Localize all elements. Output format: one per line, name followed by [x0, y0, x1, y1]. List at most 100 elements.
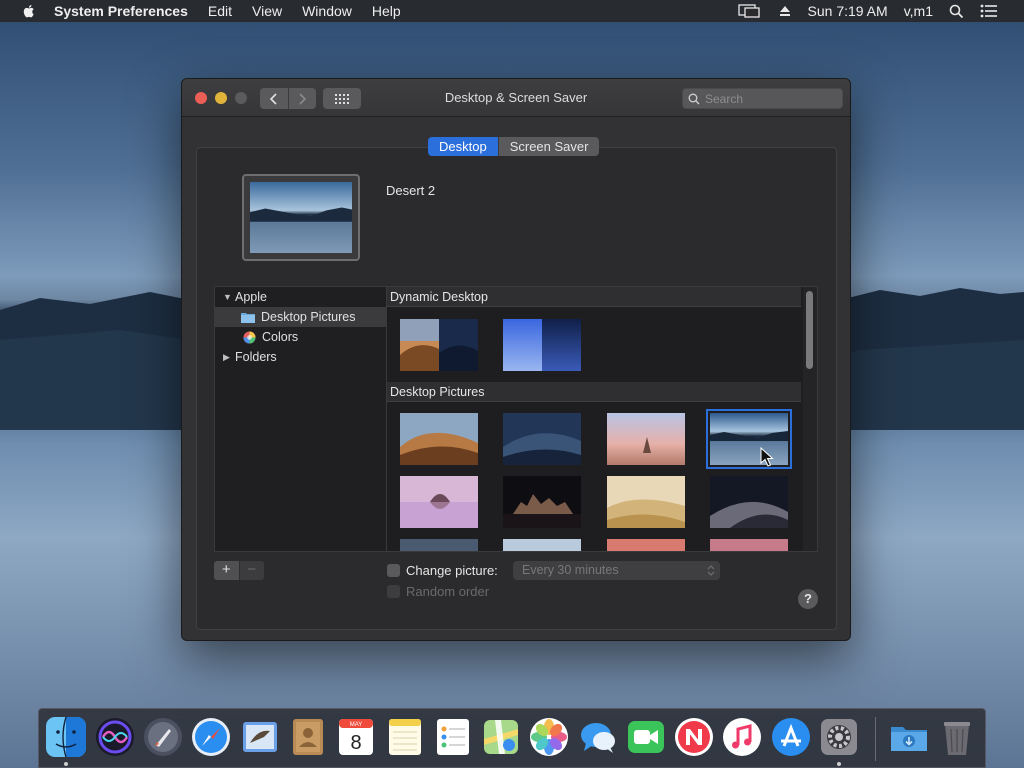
eject-icon[interactable] — [770, 0, 800, 22]
wallpaper-thumb-partial-1[interactable] — [400, 539, 478, 552]
add-folder-button[interactable]: + — [214, 561, 239, 580]
tab-screen-saver[interactable]: Screen Saver — [497, 137, 600, 156]
random-order-checkbox[interactable] — [387, 585, 400, 598]
title-bar[interactable]: Desktop & Screen Saver — [182, 79, 850, 117]
apple-logo-icon[interactable] — [20, 2, 38, 20]
color-wheel-icon — [243, 330, 256, 344]
menu-help[interactable]: Help — [362, 0, 411, 22]
trash-icon[interactable] — [937, 717, 977, 757]
safari-icon[interactable] — [191, 717, 231, 757]
running-indicator — [837, 762, 841, 766]
sidebar-item-apple[interactable]: ▼ Apple — [215, 287, 386, 307]
calendar-icon[interactable]: MAY 8 — [336, 717, 376, 757]
airplay-display-icon[interactable] — [730, 0, 770, 22]
menu-bar: System Preferences Edit View Window Help… — [0, 0, 1024, 22]
minimize-window-button[interactable] — [215, 92, 227, 104]
sidebar-item-folders[interactable]: ▶ Folders — [215, 347, 386, 367]
wallpaper-thumb-partial-2[interactable] — [503, 539, 581, 552]
wallpaper-thumb-mojave-day[interactable] — [400, 413, 478, 465]
change-picture-row: Change picture: — [387, 563, 498, 578]
reminders-icon[interactable] — [433, 717, 473, 757]
svg-text:8: 8 — [350, 732, 361, 754]
system-preferences-icon[interactable] — [819, 717, 859, 757]
tab-segmented-control: Desktop Screen Saver — [428, 137, 600, 156]
mail-icon[interactable] — [240, 717, 280, 757]
news-icon[interactable] — [674, 717, 714, 757]
running-indicator — [64, 762, 68, 766]
disclosure-open-icon[interactable]: ▼ — [223, 292, 233, 302]
wallpaper-thumb-night-dunes[interactable] — [710, 476, 788, 528]
source-sidebar: ▼ Apple Desktop Pictures Colors ▶ Folder… — [214, 286, 387, 552]
notification-center-icon[interactable] — [972, 0, 1006, 22]
launchpad-icon[interactable] — [143, 717, 183, 757]
wallpaper-thumb-rock-formations[interactable] — [503, 476, 581, 528]
back-button[interactable] — [260, 88, 288, 109]
wallpaper-thumb-partial-4[interactable] — [710, 539, 788, 552]
wallpaper-gallery[interactable]: Dynamic Desktop Desktop Pictures — [387, 286, 818, 552]
maps-icon[interactable] — [481, 717, 521, 757]
sidebar-item-label: Folders — [235, 350, 277, 364]
downloads-folder-icon[interactable] — [889, 717, 929, 757]
svg-text:MAY: MAY — [350, 722, 363, 728]
siri-icon[interactable] — [95, 717, 135, 757]
sidebar-item-label: Apple — [235, 290, 267, 304]
change-picture-checkbox[interactable] — [387, 564, 400, 577]
zoom-window-button[interactable] — [235, 92, 247, 104]
wallpaper-thumb-sand-dunes[interactable] — [607, 476, 685, 528]
menu-app-name[interactable]: System Preferences — [54, 0, 198, 22]
chevron-left-icon — [269, 92, 277, 105]
dock: MAY 8 — [38, 708, 986, 768]
show-all-button[interactable] — [323, 88, 361, 109]
help-button[interactable]: ? — [798, 589, 818, 609]
tab-desktop[interactable]: Desktop — [428, 137, 498, 156]
menu-view[interactable]: View — [242, 0, 292, 22]
wallpaper-preview-image — [250, 182, 352, 253]
notes-icon[interactable] — [385, 717, 425, 757]
wallpaper-thumb-partial-3[interactable] — [607, 539, 685, 552]
change-interval-select[interactable]: Every 30 minutes — [513, 561, 720, 580]
sidebar-item-label: Desktop Pictures — [261, 310, 356, 324]
wallpaper-thumb-desert-2-selected[interactable] — [706, 409, 792, 469]
finder-icon[interactable] — [46, 717, 86, 757]
menu-clock[interactable]: Sun 7:19 AM — [800, 0, 896, 22]
wallpaper-name: Desert 2 — [386, 183, 436, 198]
sidebar-item-desktop-pictures[interactable]: Desktop Pictures — [215, 307, 386, 327]
search-input[interactable] — [705, 91, 835, 106]
add-remove-buttons: + − — [214, 561, 264, 580]
change-picture-label: Change picture: — [406, 563, 498, 578]
contacts-icon[interactable] — [288, 717, 328, 757]
search-field[interactable] — [682, 88, 843, 109]
spotlight-search-icon[interactable] — [941, 0, 972, 22]
forward-button[interactable] — [287, 88, 317, 109]
close-window-button[interactable] — [195, 92, 207, 104]
dock-separator — [875, 717, 876, 761]
grid-icon — [335, 93, 349, 104]
menu-edit[interactable]: Edit — [198, 0, 242, 22]
section-header-desktop-pictures: Desktop Pictures — [387, 382, 801, 402]
photos-icon[interactable] — [529, 717, 569, 757]
menu-user[interactable]: v,m1 — [896, 0, 941, 22]
gallery-scroll-thumb[interactable] — [806, 291, 813, 369]
facetime-icon[interactable] — [626, 717, 666, 757]
wallpaper-thumb-mojave-night[interactable] — [503, 413, 581, 465]
sidebar-item-colors[interactable]: Colors — [215, 327, 386, 347]
mouse-pointer-icon — [760, 447, 774, 467]
random-order-row: Random order — [387, 584, 489, 599]
search-icon — [688, 93, 700, 104]
menu-window[interactable]: Window — [292, 0, 362, 22]
navigation-buttons — [260, 88, 316, 109]
interval-value: Every 30 minutes — [522, 563, 619, 577]
folder-icon — [241, 313, 255, 323]
wallpaper-thumb-desert-dusk[interactable] — [607, 413, 685, 465]
disclosure-closed-icon[interactable]: ▶ — [223, 352, 233, 363]
sidebar-item-label: Colors — [262, 330, 299, 344]
music-icon[interactable] — [722, 717, 762, 757]
app-store-icon[interactable] — [771, 717, 811, 757]
current-wallpaper-preview — [242, 174, 360, 261]
messages-icon[interactable] — [578, 717, 618, 757]
wallpaper-thumb-blue-gradient[interactable] — [503, 319, 581, 371]
remove-folder-button[interactable]: − — [238, 561, 264, 580]
wallpaper-thumb-pink-lake[interactable] — [400, 476, 478, 528]
desktop-screensaver-window: Desktop & Screen Saver Desktop Screen Sa… — [181, 78, 851, 641]
wallpaper-thumb-mojave-dynamic[interactable] — [400, 319, 478, 371]
